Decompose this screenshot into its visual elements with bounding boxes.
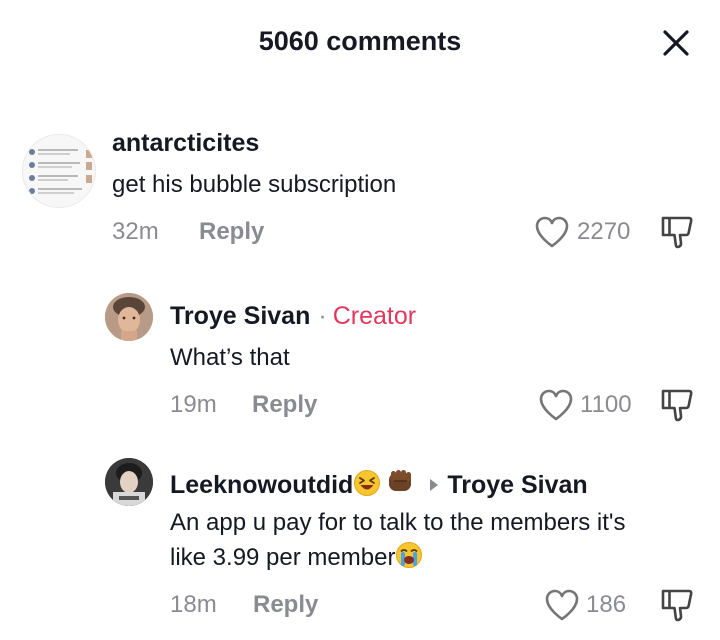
dislike-icon[interactable]: [659, 214, 695, 255]
dislike-icon[interactable]: [659, 587, 695, 628]
comment-username[interactable]: antarcticites: [112, 129, 259, 158]
reply-button[interactable]: Reply: [252, 391, 317, 419]
crying-emoji-icon: [395, 541, 423, 579]
comment-text-line: An app u pay for to talk to the members …: [170, 509, 626, 536]
like-count: 186: [586, 591, 627, 618]
comments-panel: 5060 comments antarcticites get his bubb…: [0, 0, 720, 640]
laughing-emoji-icon: [353, 469, 381, 504]
comment-text-line: like 3.99 per member: [170, 540, 625, 579]
caret-right-icon: [429, 470, 439, 499]
username-text[interactable]: Leeknowoutdid: [170, 471, 353, 499]
comment-text: What’s that: [170, 344, 290, 371]
dislike-icon[interactable]: [659, 387, 695, 428]
comment-text: An app u pay for to talk to the members …: [170, 505, 625, 579]
like-count: 2270: [577, 218, 631, 245]
heart-icon[interactable]: [538, 388, 574, 427]
comment-time: 18m: [170, 591, 217, 618]
comment-time: 19m: [170, 391, 217, 418]
avatar[interactable]: [105, 293, 153, 341]
heart-icon[interactable]: [544, 588, 580, 627]
separator-dot: ·: [318, 302, 327, 330]
comment-text: get his bubble subscription: [112, 171, 397, 198]
reply-to-username[interactable]: Troye Sivan: [447, 471, 587, 499]
comment-text-line-content: like 3.99 per member: [170, 544, 396, 571]
heart-icon[interactable]: [534, 215, 570, 254]
reply-button[interactable]: Reply: [199, 218, 264, 246]
comment-username[interactable]: Troye Sivan · Creator: [170, 302, 416, 331]
avatar[interactable]: [105, 458, 153, 506]
close-icon[interactable]: [659, 26, 693, 60]
comment-time: 32m: [112, 218, 159, 245]
fist-emoji-icon: [385, 467, 415, 504]
comment-username[interactable]: Leeknowoutdid Troye Sivan: [170, 467, 588, 504]
creator-badge: Creator: [332, 302, 417, 330]
username-text[interactable]: Troye Sivan: [170, 302, 310, 330]
reply-button[interactable]: Reply: [253, 591, 318, 619]
like-count: 1100: [580, 391, 632, 418]
avatar[interactable]: [22, 134, 96, 208]
comments-count-title: 5060 comments: [258, 26, 462, 56]
